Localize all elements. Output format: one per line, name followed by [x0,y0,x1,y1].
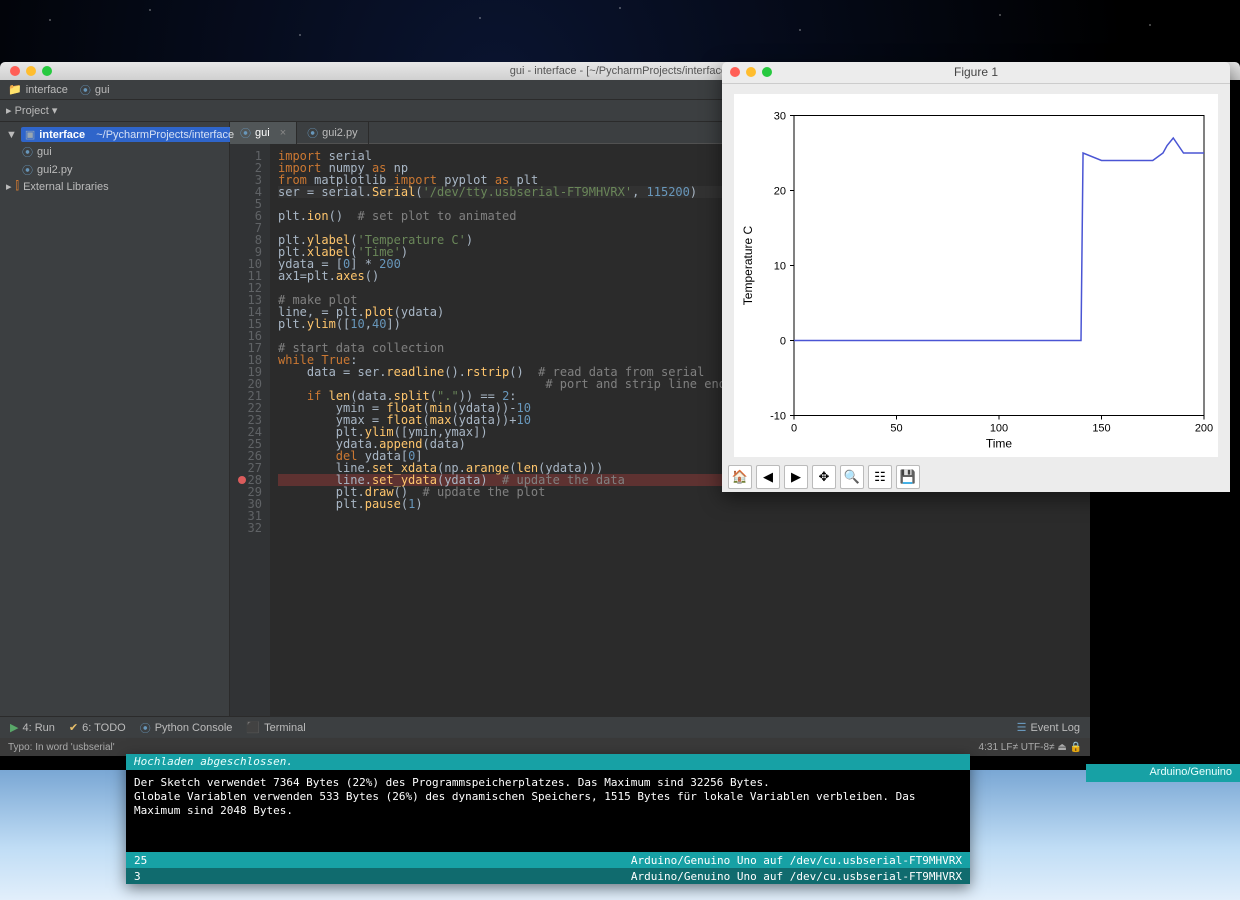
plot-canvas[interactable]: 0 50 100 150 200 -10 0 10 20 30 Time Temperature C [734,94,1218,457]
terminal-tab[interactable]: ⬛Terminal [246,721,305,734]
home-icon[interactable]: 🏠 [728,465,752,489]
pan-icon[interactable]: ✥ [812,465,836,489]
file-gui2[interactable]: ⦿gui2.py [6,161,223,179]
tab-gui2[interactable]: ⦿gui2.py [297,122,368,144]
back-icon[interactable]: ◀ [756,465,780,489]
todo-tab[interactable]: ✔6: TODO [69,721,126,734]
svg-text:10: 10 [774,260,786,272]
matplotlib-figure-window: Figure 1 0 50 100 150 200 -10 0 10 20 30 Time Tempe… [722,62,1230,492]
arduino-status-1: 25Arduino/Genuino Uno auf /dev/cu.usbser… [126,852,970,868]
arduino-ide-window: Hochladen abgeschlossen. Der Sketch verw… [126,754,970,884]
subplots-icon[interactable]: ☷ [868,465,892,489]
event-log-tab[interactable]: ☰Event Log [1017,721,1080,734]
figure-title: Figure 1 [722,65,1230,79]
status-right: 4:31 LF≠ UTF-8≠ ⏏ 🔒 [979,742,1082,753]
breadcrumb-file[interactable]: ⦿ gui [80,82,110,98]
arduino-console[interactable]: Der Sketch verwendet 7364 Bytes (22%) de… [126,770,970,852]
svg-text:0: 0 [780,335,786,347]
svg-text:Time: Time [986,436,1013,450]
arduino-right-tab: Arduino/Genuino [1086,764,1240,782]
svg-text:150: 150 [1092,422,1110,434]
forward-icon[interactable]: ▶ [784,465,808,489]
project-view-label[interactable]: ▸ Project ▾ [6,104,57,117]
svg-text:100: 100 [990,422,1008,434]
save-icon[interactable]: 💾 [896,465,920,489]
arduino-message-bar: Hochladen abgeschlossen. [126,754,970,770]
zoom-rect-icon[interactable]: 🔍 [840,465,864,489]
svg-text:Temperature C: Temperature C [741,225,755,305]
svg-text:30: 30 [774,110,786,122]
svg-text:20: 20 [774,185,786,197]
svg-text:-10: -10 [770,410,786,422]
svg-text:0: 0 [791,422,797,434]
python-console-tab[interactable]: ⦿Python Console [140,720,233,736]
arduino-status-2: 3Arduino/Genuino Uno auf /dev/cu.usbseri… [126,868,970,884]
figure-toolbar: 🏠 ◀ ▶ ✥ 🔍 ☷ 💾 [722,463,1230,492]
status-left: Typo: In word 'usbserial' [8,742,115,753]
svg-text:200: 200 [1195,422,1213,434]
project-tree[interactable]: ▼▣interface ~/PycharmProjects/interface … [0,122,230,716]
run-tab[interactable]: ▶4: Run [10,721,55,734]
tab-gui[interactable]: ⦿gui× [230,122,297,144]
svg-text:50: 50 [890,422,902,434]
breadcrumb-project[interactable]: 📁 interface [8,83,68,96]
external-libraries[interactable]: ▸⫿External Libraries [6,179,223,194]
close-tab-icon[interactable]: × [280,127,286,139]
file-gui[interactable]: ⦿gui [6,143,223,161]
